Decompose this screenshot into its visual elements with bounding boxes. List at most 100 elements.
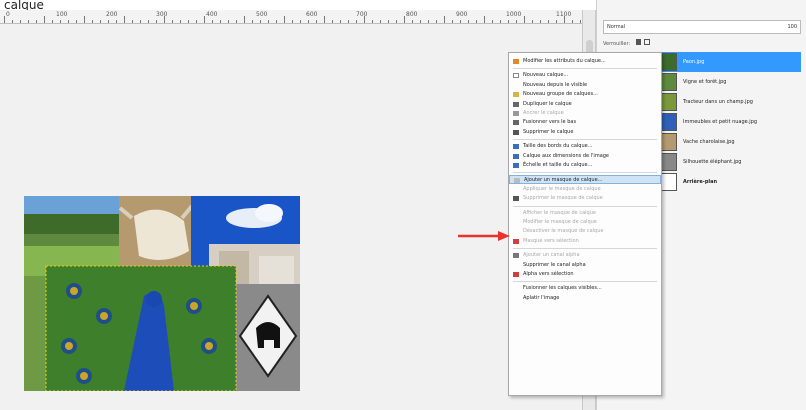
layer-name: Immeubles et petit nuage.jpg (683, 119, 758, 125)
layer-name: Arrière-plan (683, 179, 718, 185)
menu-item[interactable]: Modifier le masque de calque (509, 218, 661, 227)
menu-item-label: Modifier les attributs du calque... (523, 58, 606, 64)
menu-separator (513, 172, 657, 174)
ruler-tick (100, 20, 101, 23)
menu-item[interactable]: Supprimer le canal alpha (509, 261, 661, 270)
menu-item[interactable]: Ancrer le calque (509, 109, 661, 118)
ruler-label: 100 (56, 11, 68, 18)
resize-icon (513, 144, 519, 150)
ruler-tick (28, 20, 29, 23)
menu-separator (513, 248, 657, 250)
ruler-tick (20, 20, 21, 23)
menu-separator (513, 68, 657, 70)
ruler-tick (324, 16, 325, 23)
menu-item-label: Masque vers sélection (523, 237, 579, 244)
alpha-icon (513, 253, 519, 259)
mode-select[interactable]: Normal 100 (603, 20, 801, 34)
menu-separator (513, 139, 657, 141)
menu-item[interactable]: Supprimer le masque de calque (509, 194, 661, 203)
ruler-label: 800 (406, 11, 418, 18)
ruler-label: 1100 (556, 11, 572, 18)
layer-name: Paon.jpg (683, 59, 705, 65)
menu-item[interactable]: Échelle et taille du calque... (509, 161, 661, 170)
ruler-tick (156, 20, 157, 23)
alpha-selection-icon (513, 272, 519, 277)
menu-item-label: Calque aux dimensions de l'image (523, 152, 610, 159)
menu-item[interactable]: Masque vers sélection (509, 237, 661, 246)
ruler-tick (276, 20, 277, 23)
ruler-tick (316, 20, 317, 23)
ruler-tick (388, 20, 389, 23)
ruler-tick (252, 20, 253, 23)
ruler-tick (540, 20, 541, 23)
duplicate-icon (513, 101, 519, 107)
menu-item[interactable]: Taille des bords du calque... (509, 142, 661, 151)
menu-item-label: Nouveau calque... (523, 72, 569, 79)
ruler-tick (180, 20, 181, 23)
menu-item[interactable]: Fusionner les calques visibles... (509, 284, 661, 293)
ruler-tick (348, 20, 349, 23)
ruler-tick (140, 20, 141, 23)
menu-item-label: Appliquer le masque de calque (523, 185, 601, 192)
gimp-window: calque 0 100 200 300 400 500 600 700 800 900 1000 1… (0, 0, 806, 410)
ruler-tick (60, 20, 61, 23)
menu-item[interactable]: Supprimer le calque (509, 128, 661, 137)
menu-item-label: Aplatir l'image (523, 294, 560, 301)
menu-item[interactable]: Nouveau depuis le visible (509, 81, 661, 90)
ruler-tick (188, 20, 189, 23)
layer-name: Tracteur dans un champ.jpg (683, 99, 753, 105)
ruler-tick (532, 20, 533, 23)
scale-icon (513, 163, 519, 168)
ruler-tick (84, 16, 85, 23)
menu-item-label: Désactiver le masque de calque (523, 228, 604, 235)
ruler-tick (44, 16, 45, 23)
menu-item[interactable]: Désactiver le masque de calque (509, 227, 661, 236)
ruler-tick (244, 16, 245, 23)
ruler-tick (380, 20, 381, 23)
ruler-tick (76, 20, 77, 23)
ruler-tick (404, 16, 405, 23)
mask-icon (514, 178, 520, 184)
menu-separator (513, 281, 657, 283)
lock-row: Verrouiller: (603, 38, 801, 50)
menu-item[interactable]: Nouveau groupe de calques... (509, 90, 661, 99)
layer-collage (24, 196, 300, 391)
lock-position-icon[interactable] (644, 39, 651, 45)
menu-item-label: Nouveau depuis le visible (523, 81, 588, 88)
menu-item[interactable]: Dupliquer le calque (509, 100, 661, 109)
ruler-tick (580, 20, 581, 23)
ruler-label: 300 (156, 11, 168, 18)
menu-item-label: Ajouter un canal alpha (523, 252, 580, 259)
ruler-tick (436, 20, 437, 23)
ruler-tick (236, 20, 237, 23)
menu-item[interactable]: Modifier les attributs du calque... (509, 57, 661, 66)
ruler-tick (220, 20, 221, 23)
menu-item[interactable]: Aplatir l'image (509, 294, 661, 303)
ruler-tick (92, 20, 93, 23)
ruler-label: 500 (256, 11, 268, 18)
lock-pixels-icon[interactable] (635, 39, 641, 45)
menu-item[interactable]: Nouveau calque... (509, 71, 661, 80)
menu-item[interactable]: Afficher le masque de calque (509, 209, 661, 218)
menu-item[interactable]: Appliquer le masque de calque (509, 185, 661, 194)
ruler-label: 900 (456, 11, 468, 18)
lock-label: Verrouiller: (603, 41, 631, 47)
horizontal-ruler[interactable]: 0 100 200 300 400 500 600 700 800 900 1000 1100 (0, 10, 590, 24)
menu-item[interactable]: Fusionner vers le bas (509, 118, 661, 127)
opacity-value[interactable]: 100 (787, 21, 797, 33)
menu-item-label: Afficher le masque de calque (523, 209, 596, 216)
page-icon (513, 73, 519, 79)
menu-separator (513, 205, 657, 207)
ruler-label: 1000 (506, 11, 522, 18)
menu-item-label: Alpha vers sélection (523, 271, 574, 277)
ruler-tick (420, 20, 421, 23)
menu-item[interactable]: Ajouter un masque de calque... (509, 175, 661, 185)
ruler-tick (524, 16, 525, 23)
menu-item-label: Ajouter un masque de calque... (524, 177, 603, 184)
fit-icon (513, 153, 519, 159)
menu-item[interactable]: Alpha vers sélection (509, 270, 661, 279)
menu-item[interactable]: Ajouter un canal alpha (509, 251, 661, 260)
menu-item[interactable]: Calque aux dimensions de l'image (509, 152, 661, 161)
layer-name: Silhouette éléphant.jpg (683, 159, 742, 165)
layer-context-menu: Modifier les attributs du calque... Nouve… (508, 52, 662, 396)
